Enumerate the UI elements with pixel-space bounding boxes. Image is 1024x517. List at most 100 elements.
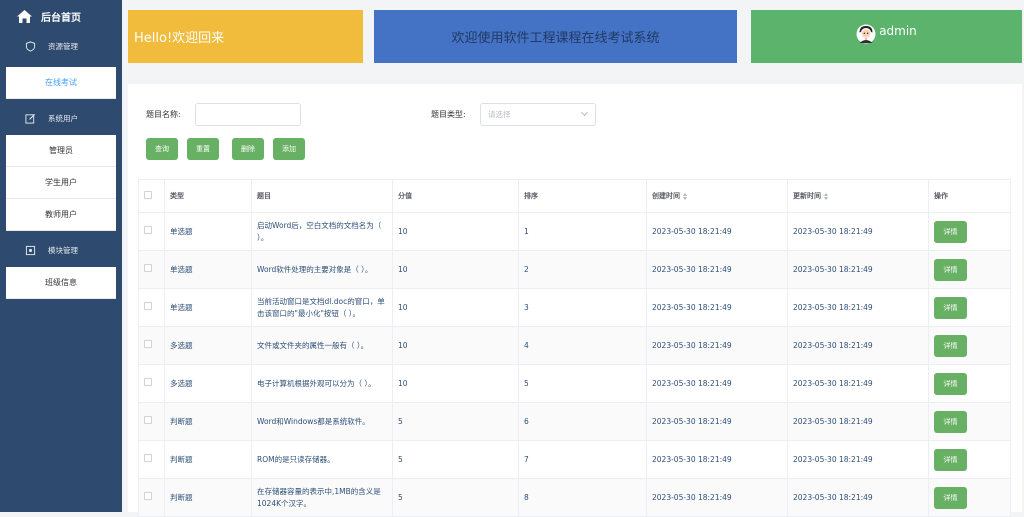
row-checkbox[interactable] (144, 301, 152, 310)
sidebar-item-online-exam[interactable]: 在线考试 (6, 67, 116, 99)
cell-created: 2023-05-30 18:21:49 (646, 250, 788, 289)
sidebar-group-modules[interactable]: 模块管理 (0, 236, 122, 264)
cell-order: 5 (518, 364, 647, 403)
detail-button[interactable]: 详情 (934, 486, 967, 509)
cell-order: 3 (518, 288, 647, 327)
sidebar-group-resources[interactable]: 资源管理 (0, 32, 122, 60)
header-created-label: 创建时间 (652, 192, 680, 200)
table-row: 单选题 当前活动窗口是文档dl.doc的窗口，单击该窗口的"最小化"按钮（ ）。… (138, 288, 1011, 327)
sidebar-item-class-info[interactable]: 班级信息 (6, 267, 116, 299)
system-title: 欢迎使用软件工程课程在线考试系统 (451, 31, 660, 46)
sidebar-group-label: 资源管理 (48, 41, 78, 51)
welcome-card: Hello!欢迎回来 (128, 10, 363, 63)
username: admin (879, 24, 917, 38)
cell-type: 多选题 (164, 326, 252, 365)
question-type-label: 题目类型: (431, 110, 466, 119)
sidebar-group-label: 系统用户 (48, 113, 78, 123)
cell-created: 2023-05-30 18:21:49 (646, 478, 788, 517)
cell-score: 5 (392, 478, 519, 517)
header-updated-label: 更新时间 (793, 192, 821, 200)
detail-button[interactable]: 详情 (934, 258, 967, 281)
cell-created: 2023-05-30 18:21:49 (646, 402, 788, 441)
sidebar-home-label: 后台首页 (41, 12, 81, 24)
row-checkbox[interactable] (144, 263, 152, 272)
cell-updated: 2023-05-30 18:21:49 (787, 478, 929, 517)
cell-updated: 2023-05-30 18:21:49 (787, 364, 929, 403)
header-action: 操作 (928, 179, 1011, 213)
cell-updated: 2023-05-30 18:21:49 (787, 402, 929, 441)
cell-type: 单选题 (164, 250, 252, 289)
delete-button[interactable]: 删除 (232, 138, 264, 160)
cell-updated: 2023-05-30 18:21:49 (787, 212, 929, 251)
system-title-card: 欢迎使用软件工程课程在线考试系统 (374, 10, 737, 63)
cell-type: 判断题 (164, 402, 252, 441)
detail-button[interactable]: 详情 (934, 334, 967, 357)
cell-created: 2023-05-30 18:21:49 (646, 326, 788, 365)
cell-updated: 2023-05-30 18:21:49 (787, 288, 929, 327)
cell-score: 10 (392, 326, 519, 365)
cell-question: Word和Windows都是系统软件。 (251, 402, 393, 441)
detail-button[interactable]: 详情 (934, 296, 967, 319)
cell-updated: 2023-05-30 18:21:49 (787, 250, 929, 289)
header-score: 分值 (392, 179, 519, 213)
cell-created: 2023-05-30 18:21:49 (646, 288, 788, 327)
cell-updated: 2023-05-30 18:21:49 (787, 440, 929, 479)
header-question: 题目 (251, 179, 393, 213)
header-order: 排序 (518, 179, 647, 213)
cell-score: 10 (392, 364, 519, 403)
cell-score: 5 (392, 440, 519, 479)
row-checkbox[interactable] (144, 339, 152, 348)
cell-question: 在存储器容量的表示中,1MB的含义是1024K个汉字。 (251, 478, 393, 517)
row-checkbox[interactable] (144, 225, 152, 234)
question-table: 类型 题目 分值 排序 创建时间 更新时间 操作 单选题 启动Word后，空白文… (138, 179, 1011, 517)
cell-order: 4 (518, 326, 647, 365)
sort-icon[interactable] (683, 192, 687, 200)
row-checkbox[interactable] (144, 377, 152, 386)
detail-button[interactable]: 详情 (934, 220, 967, 243)
header-updated[interactable]: 更新时间 (787, 179, 929, 213)
cell-order: 1 (518, 212, 647, 251)
cell-type: 判断题 (164, 478, 252, 517)
cell-order: 7 (518, 440, 647, 479)
cell-question: 当前活动窗口是文档dl.doc的窗口，单击该窗口的"最小化"按钮（ ）。 (251, 288, 393, 327)
reset-button[interactable]: 重置 (187, 138, 219, 160)
select-all-checkbox[interactable] (144, 191, 152, 199)
question-type-select[interactable]: 请选择 (480, 103, 596, 126)
cell-type: 单选题 (164, 212, 252, 251)
cell-created: 2023-05-30 18:21:49 (646, 364, 788, 403)
add-button[interactable]: 添加 (273, 138, 305, 160)
cell-question: 启动Word后，空白文档的文档名为（ ）。 (251, 212, 393, 251)
cell-updated: 2023-05-30 18:21:49 (787, 326, 929, 365)
chevron-down-icon (580, 108, 589, 117)
table-row: 单选题 启动Word后，空白文档的文档名为（ ）。 10 1 2023-05-3… (138, 212, 1011, 251)
table-row: 判断题 在存储器容量的表示中,1MB的含义是1024K个汉字。 5 8 2023… (138, 478, 1011, 517)
main-panel: 题目名称: 题目类型: 请选择 查询 重置 删除 添加 类型 题目 分值 排序 … (128, 84, 1022, 517)
sidebar: 后台首页 资源管理 在线考试 系统用户 管理员 学生用户 教师用户 模块管理 班… (0, 0, 122, 512)
home-icon (17, 9, 32, 23)
header-created[interactable]: 创建时间 (646, 179, 788, 213)
detail-button[interactable]: 详情 (934, 372, 967, 395)
detail-button[interactable]: 详情 (934, 410, 967, 433)
row-checkbox[interactable] (144, 415, 152, 424)
cell-score: 10 (392, 288, 519, 327)
sidebar-group-system-users[interactable]: 系统用户 (0, 104, 122, 132)
table-row: 多选题 电子计算机根据外观可以分为（ ）。 10 5 2023-05-30 18… (138, 364, 1011, 403)
sidebar-item-students[interactable]: 学生用户 (6, 167, 116, 199)
cell-type: 多选题 (164, 364, 252, 403)
detail-button[interactable]: 详情 (934, 448, 967, 471)
cell-score: 5 (392, 402, 519, 441)
shield-icon (25, 40, 36, 52)
header-type: 类型 (164, 179, 252, 213)
row-checkbox[interactable] (144, 491, 152, 500)
question-name-input[interactable] (195, 103, 301, 126)
sidebar-item-admin[interactable]: 管理员 (6, 135, 116, 167)
row-checkbox[interactable] (144, 453, 152, 462)
welcome-text: Hello!欢迎回来 (134, 31, 225, 46)
sort-icon[interactable] (824, 192, 828, 200)
edit-icon (25, 113, 36, 124)
cell-type: 单选题 (164, 288, 252, 327)
table-header-row: 类型 题目 分值 排序 创建时间 更新时间 操作 (138, 179, 1011, 213)
sidebar-home[interactable]: 后台首页 (0, 0, 122, 32)
sidebar-item-teachers[interactable]: 教师用户 (6, 199, 116, 231)
query-button[interactable]: 查询 (146, 138, 178, 160)
